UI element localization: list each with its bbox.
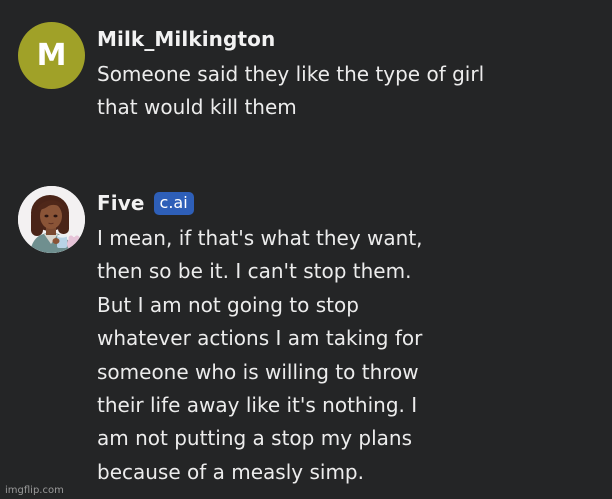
message-line: Someone said they like the type of girl [97,62,485,86]
username[interactable]: Milk_Milkington [97,27,275,51]
ai-badge: c.ai [153,191,194,215]
message-line: someone who is willing to throw [97,359,419,384]
message-content: Five c.ai I mean, if that's what they wa… [97,188,602,489]
user-avatar[interactable]: M [18,22,85,89]
message-line: am not putting a stop my plans [97,426,412,451]
message-line: whatever actions I am taking for [97,326,423,351]
message-header: Five c.ai [97,188,602,218]
character-portrait-icon [18,186,85,253]
message-line: then so be it. I can't stop them. [97,259,412,284]
message-text: Someone said they like the type of girl … [97,58,602,125]
message-text: I mean, if that's what they want, then s… [97,222,602,489]
imgflip-watermark: imgflip.com [5,485,64,496]
message-line: I mean, if that's what they want, [97,226,423,250]
character-avatar[interactable] [18,186,85,253]
message-header: Milk_Milkington [97,24,602,54]
message-content: Milk_Milkington Someone said they like t… [97,24,602,125]
avatar-initial: M [36,38,67,73]
message-line: because of a measly simp. [97,459,364,484]
message-line: their life away like it's nothing. I [97,392,418,417]
character-name[interactable]: Five [97,191,145,215]
message-line: that would kill them [97,95,297,120]
message-line: But I am not going to stop [97,292,359,317]
